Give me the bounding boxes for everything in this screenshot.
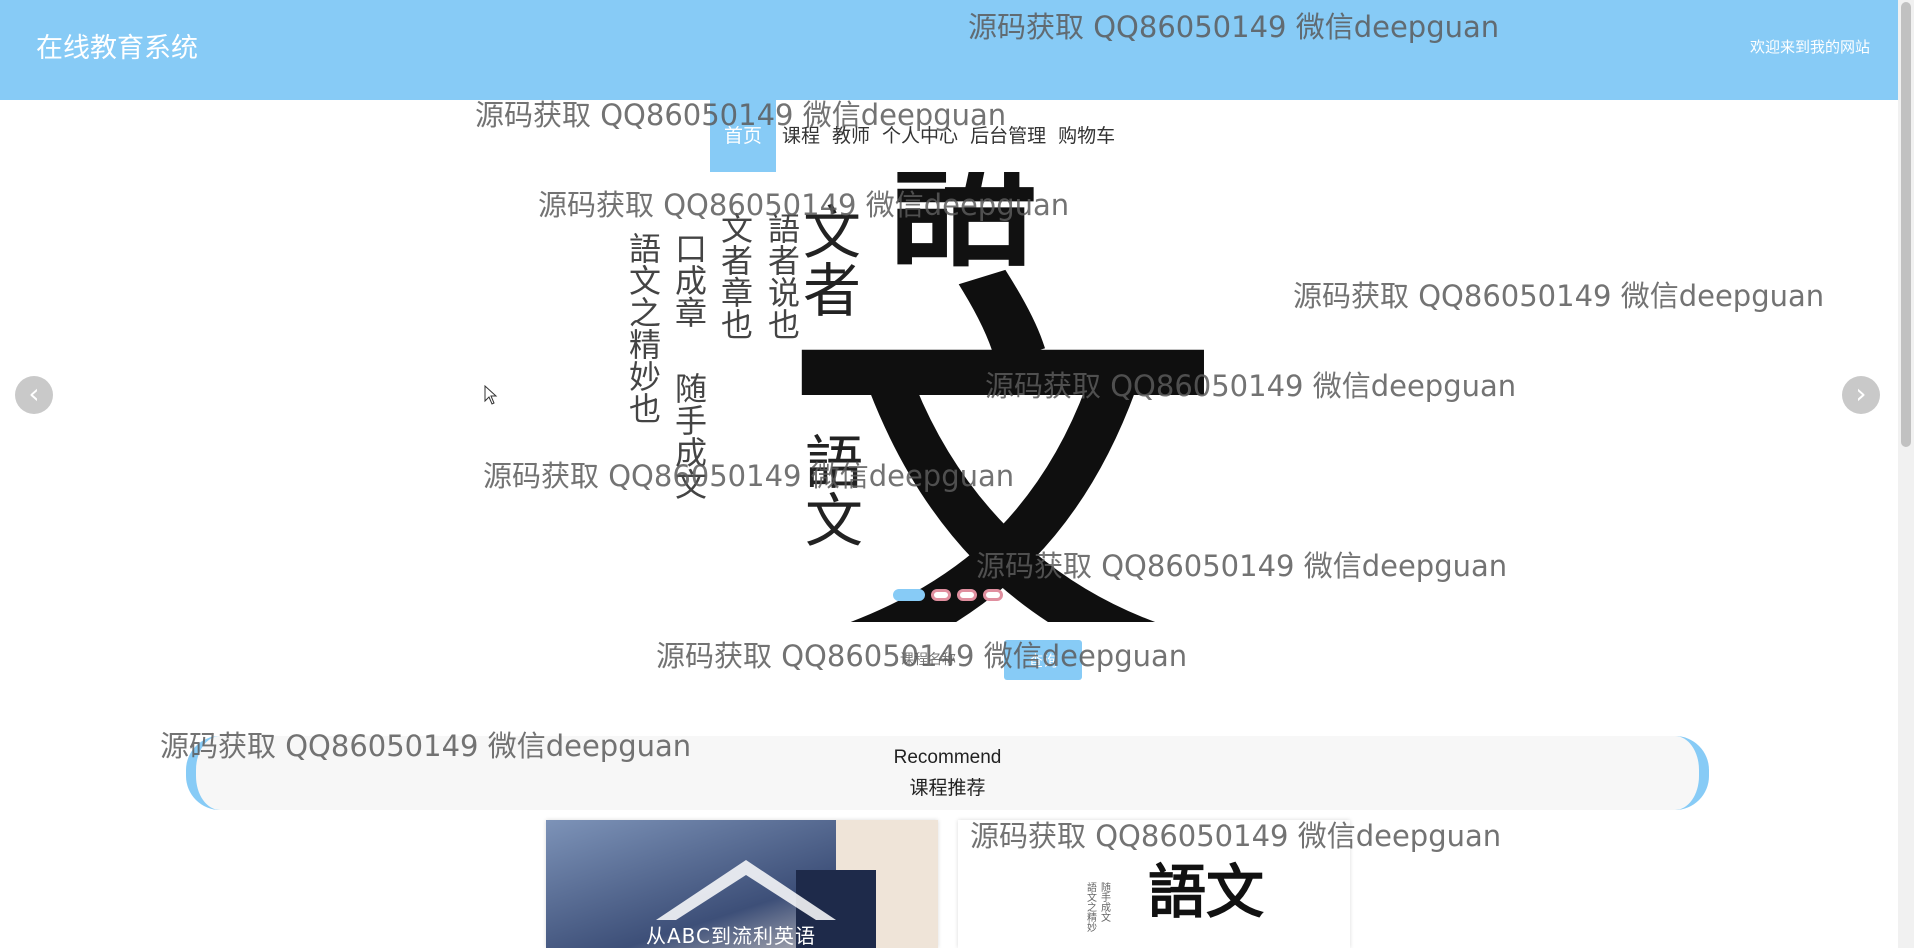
scrollbar-thumb[interactable] xyxy=(1901,2,1911,447)
site-title[interactable]: 在线教育系统 xyxy=(36,26,198,65)
carousel-dot-4[interactable] xyxy=(983,589,1003,601)
recommend-title-cn: 课程推荐 xyxy=(909,777,986,799)
course-card-image-chinese: 語文 語文之精妙 随手成文 xyxy=(958,820,1350,948)
course-card-title-char: 語文 xyxy=(1148,858,1264,926)
header-bar: 在线教育系统 欢迎来到我的网站 xyxy=(0,0,1898,100)
nav-item-courses[interactable]: 课程 xyxy=(776,100,826,172)
slide-column-4: 文者章也 xyxy=(716,212,754,340)
course-card-caption: 从ABC到流利英语 xyxy=(646,924,817,948)
recommend-section-header: Recommend 课程推荐 xyxy=(186,736,1709,810)
nav-item-cart[interactable]: 购物车 xyxy=(1052,100,1121,172)
slide-column-1: 語文之精妙也 xyxy=(624,232,662,424)
carousel-slide[interactable]: 語 文 語文之精妙也 口成章 随手成文 文者章也 語者说也 文者 語文 xyxy=(607,172,1212,622)
watermark: 源码获取 QQ86050149 微信deepguan xyxy=(1293,279,1825,313)
nav-item-admin[interactable]: 后台管理 xyxy=(964,100,1052,172)
course-search: 查询 xyxy=(870,640,1082,680)
course-card[interactable]: 从ABC到流利英语 xyxy=(546,820,938,948)
svg-text:随手成文: 随手成文 xyxy=(1099,881,1111,923)
course-card[interactable]: 語文 語文之精妙 随手成文 xyxy=(958,820,1350,948)
recommend-title-en: Recommend xyxy=(893,747,1002,768)
welcome-text: 欢迎来到我的网站 xyxy=(1749,38,1870,56)
chevron-left-icon: ‹ xyxy=(28,377,40,410)
calligraphy-slide-image: 語 文 語文之精妙也 口成章 随手成文 文者章也 語者说也 文者 語文 xyxy=(607,172,1212,622)
carousel-prev-button[interactable]: ‹ xyxy=(15,376,53,414)
main-nav: 首页 课程 教师 个人中心 后台管理 购物车 xyxy=(710,100,1121,172)
search-button[interactable]: 查询 xyxy=(1004,640,1082,680)
slide-column-2: 口成章 xyxy=(670,232,708,328)
page-scrollbar[interactable] xyxy=(1898,0,1914,948)
carousel-dot-2[interactable] xyxy=(931,589,951,601)
slide-column-7: 語文 xyxy=(795,432,863,548)
mouse-cursor-icon xyxy=(484,385,498,405)
carousel-dot-1[interactable] xyxy=(893,589,925,601)
course-card-list: 从ABC到流利英语 語文 語文之精妙 随手成文 xyxy=(546,820,1350,948)
nav-item-teachers[interactable]: 教师 xyxy=(826,100,876,172)
nav-item-personal-center[interactable]: 个人中心 xyxy=(876,100,964,172)
svg-text:語文之精妙: 語文之精妙 xyxy=(1085,881,1097,933)
carousel-indicators xyxy=(893,589,1003,601)
slide-column-3: 随手成文 xyxy=(670,372,708,500)
slide-column-6: 文者 xyxy=(793,202,861,318)
carousel-next-button[interactable]: › xyxy=(1842,376,1880,414)
nav-item-home[interactable]: 首页 xyxy=(710,100,777,172)
chevron-right-icon: › xyxy=(1855,377,1867,410)
course-name-input[interactable] xyxy=(870,640,986,680)
carousel-dot-3[interactable] xyxy=(957,589,977,601)
